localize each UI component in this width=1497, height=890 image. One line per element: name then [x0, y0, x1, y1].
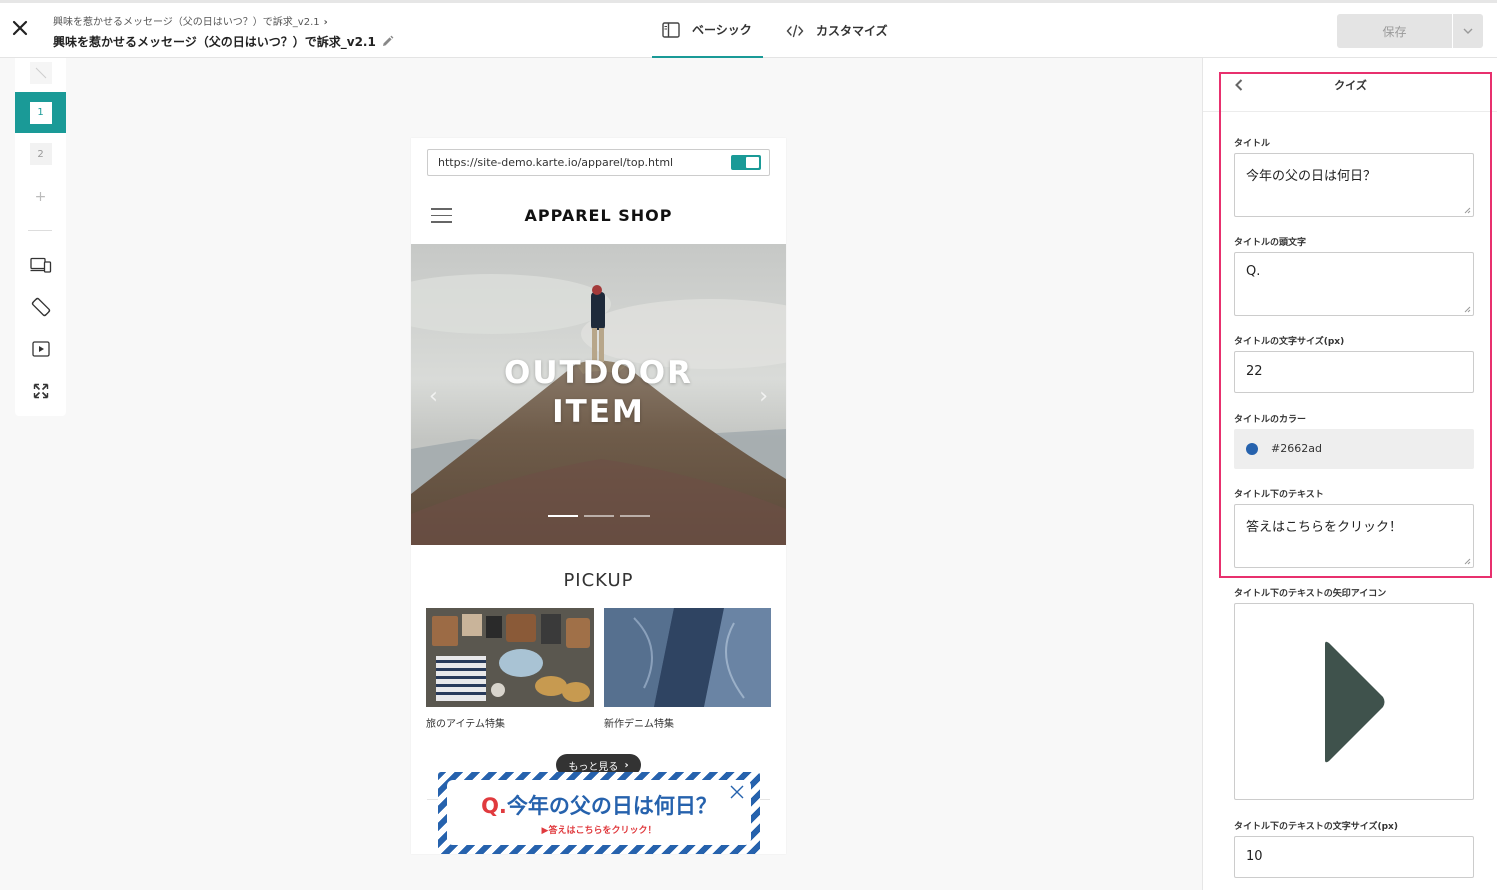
tab-basic-label: ベーシック	[692, 23, 752, 37]
resize-handle-icon[interactable]	[1464, 306, 1471, 313]
breadcrumb-label: 興味を惹かせるメッセージ（父の日はいつ？）で訴求_v2.1	[53, 17, 320, 28]
title-size-value: 22	[1246, 364, 1263, 379]
title-size-field-label: タイトルの文字サイズ(px)	[1234, 337, 1345, 347]
title-color-picker[interactable]: #2662ad	[1234, 429, 1474, 469]
hero-line-1: OUTDOOR	[504, 355, 693, 391]
expand-icon	[33, 383, 48, 399]
play-icon	[31, 341, 50, 357]
tab-basic[interactable]: ベーシック	[652, 3, 763, 58]
carousel-prev-icon[interactable]: ‹	[429, 384, 438, 409]
subtext-size-input[interactable]: 10	[1234, 836, 1474, 878]
rail-divider	[28, 230, 52, 231]
carousel-next-icon[interactable]: ›	[759, 384, 768, 409]
travel-items-image	[426, 608, 594, 707]
prefix-textarea-value: Q.	[1246, 264, 1261, 279]
carousel-dot[interactable]	[548, 515, 578, 517]
plus-icon: +	[34, 189, 47, 205]
subtext-size-value: 10	[1246, 849, 1263, 864]
step-number: 1	[29, 101, 52, 124]
color-swatch	[1246, 443, 1258, 455]
pickup-card-denim[interactable]: 新作デニム特集	[604, 608, 771, 730]
pickup-heading: PICKUP	[563, 570, 634, 591]
rail-item-blank[interactable]	[15, 60, 66, 86]
panel-title: クイズ	[1334, 79, 1367, 92]
arrow-icon-field-label: タイトル下のテキストの矢印アイコン	[1234, 589, 1387, 599]
denim-image	[604, 608, 771, 707]
color-hex-value: #2662ad	[1271, 442, 1322, 455]
site-header: APPAREL SHOP	[411, 188, 786, 244]
quiz-subtext-label: 答えはこちらをクリック！	[548, 826, 657, 836]
step-number: 2	[29, 143, 52, 165]
prefix-textarea[interactable]: Q.	[1234, 252, 1474, 316]
save-options-button[interactable]	[1453, 14, 1483, 48]
preview-url: https://site-demo.karte.io/apparel/top.h…	[438, 156, 674, 169]
fullscreen-button[interactable]	[15, 380, 66, 402]
title-field-label: タイトル	[1234, 139, 1271, 149]
title-textarea-value: 今年の父の日は何日？	[1246, 169, 1377, 184]
add-step-button[interactable]: +	[15, 186, 66, 208]
hero-headline: OUTDOOR ITEM	[411, 354, 786, 432]
close-icon[interactable]	[729, 784, 745, 800]
resize-handle-icon[interactable]	[1464, 558, 1471, 565]
play-preview-button[interactable]	[15, 338, 66, 360]
carousel-dot[interactable]	[620, 515, 650, 517]
carousel-indicators	[548, 515, 656, 517]
slash-icon	[29, 62, 52, 84]
chevron-right-icon: ›	[624, 759, 629, 771]
rotate-device-icon	[31, 297, 50, 317]
site-preview: https://site-demo.karte.io/apparel/top.h…	[411, 138, 786, 854]
tab-customize[interactable]: カスタマイズ	[786, 3, 888, 58]
triangle-right-icon	[1325, 641, 1385, 762]
subtext-field-label: タイトル下のテキスト	[1234, 490, 1324, 500]
tab-customize-label: カスタマイズ	[816, 24, 888, 38]
title-color-field-label: タイトルのカラー	[1234, 415, 1307, 425]
quiz-title-text: 今年の父の日は何日？	[506, 794, 717, 818]
resize-handle-icon[interactable]	[1464, 207, 1471, 214]
pencil-icon[interactable]	[381, 35, 394, 48]
device-toggle-button[interactable]	[15, 254, 66, 276]
rail-step-2[interactable]: 2	[15, 142, 66, 166]
pickup-card-label: 旅のアイテム特集	[426, 719, 505, 730]
subtext-size-field-label: タイトル下のテキストの文字サイズ(px)	[1234, 822, 1398, 832]
left-toolbar: 1 2 +	[15, 58, 66, 416]
subtext-textarea-value: 答えはこちらをクリック！	[1246, 520, 1403, 535]
shop-logo[interactable]: APPAREL SHOP	[411, 206, 786, 225]
close-icon[interactable]	[11, 19, 29, 37]
chevron-right-icon: ›	[323, 17, 328, 28]
devices-icon	[29, 257, 51, 273]
breadcrumb[interactable]: 興味を惹かせるメッセージ（父の日はいつ？）で訴求_v2.1 ›	[53, 13, 328, 28]
quiz-popup[interactable]: Q.今年の父の日は何日？ ▶答えはこちらをクリック！	[438, 772, 760, 854]
hero-banner[interactable]: OUTDOOR ITEM ‹ ›	[411, 244, 786, 545]
panel-header: クイズ	[1203, 58, 1497, 112]
preview-url-field[interactable]: https://site-demo.karte.io/apparel/top.h…	[427, 149, 770, 176]
see-more-label: もっと見る	[568, 761, 619, 773]
chevron-down-icon	[1463, 28, 1473, 34]
subtext-textarea[interactable]: 答えはこちらをクリック！	[1234, 504, 1474, 568]
pickup-card-travel[interactable]: 旅のアイテム特集	[426, 608, 594, 730]
arrow-icon-selector[interactable]	[1234, 603, 1474, 800]
carousel-dot[interactable]	[584, 515, 614, 517]
preview-toggle[interactable]	[731, 155, 761, 170]
panel-layout-icon	[662, 21, 680, 38]
pickup-card-label: 新作デニム特集	[604, 719, 674, 730]
quiz-title-prefix: Q.	[481, 794, 507, 818]
quiz-title[interactable]: Q.今年の父の日は何日？	[447, 790, 751, 820]
save-button[interactable]: 保存	[1337, 14, 1452, 48]
editor-header: 興味を惹かせるメッセージ（父の日はいつ？）で訴求_v2.1 › 興味を惹かせるメッ…	[0, 0, 1497, 58]
quiz-popup-body[interactable]: Q.今年の父の日は何日？ ▶答えはこちらをクリック！	[447, 780, 751, 845]
rail-step-1[interactable]: 1	[15, 92, 66, 133]
settings-panel: クイズ タイトル 今年の父の日は何日？ タイトルの頭文字 Q. タイトルの文字サ…	[1202, 58, 1497, 890]
quiz-subtext[interactable]: ▶答えはこちらをクリック！	[447, 823, 751, 836]
rotate-button[interactable]	[15, 295, 66, 319]
code-icon	[786, 24, 804, 37]
title-size-input[interactable]: 22	[1234, 351, 1474, 393]
prefix-field-label: タイトルの頭文字	[1234, 238, 1307, 248]
hero-line-2: ITEM	[552, 394, 645, 430]
page-title: 興味を惹かせるメッセージ（父の日はいつ？）で訴求_v2.1	[53, 35, 376, 49]
title-textarea[interactable]: 今年の父の日は何日？	[1234, 153, 1474, 217]
